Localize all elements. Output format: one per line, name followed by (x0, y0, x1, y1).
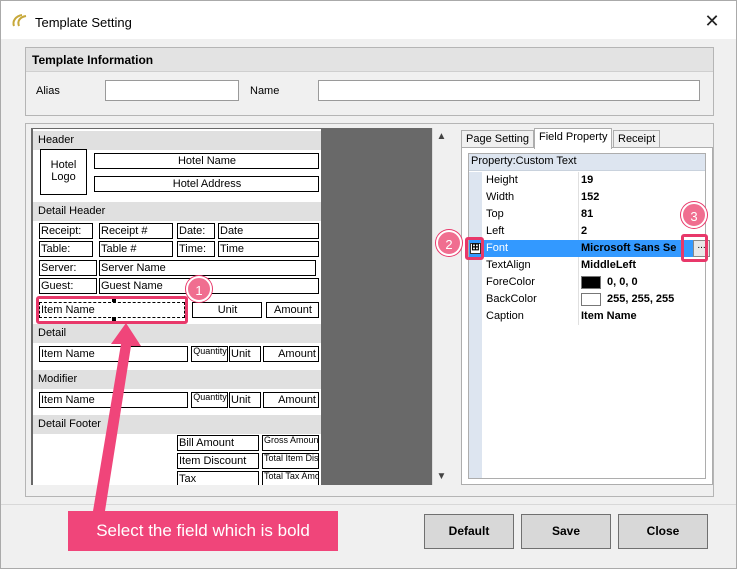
section-detail-header[interactable]: Detail Header (33, 202, 321, 221)
property-value[interactable]: 0, 0, 0 (607, 276, 638, 288)
guest-label-field[interactable]: Guest: (39, 278, 97, 294)
item-discount-field[interactable]: Item Discount (177, 453, 259, 469)
property-value[interactable]: 255, 255, 255 (607, 293, 674, 305)
section-detail-footer[interactable]: Detail Footer (33, 415, 321, 434)
close-icon[interactable]: ✕ (701, 12, 723, 32)
property-value[interactable]: 19 (581, 174, 593, 186)
bill-amount-field[interactable]: Bill Amount (177, 435, 259, 451)
receipt-value-field[interactable]: Receipt # (99, 223, 173, 239)
amount-header-field[interactable]: Amount (266, 302, 319, 318)
property-grid-header: Property:Custom Text (469, 154, 705, 171)
step-badge-2: 2 (436, 230, 462, 256)
property-value[interactable]: Item Name (581, 310, 637, 322)
property-name: Caption (486, 310, 524, 322)
property-row-forecolor[interactable]: ForeColor 0, 0, 0 (469, 274, 705, 291)
alias-label: Alias (36, 85, 60, 97)
hotel-logo-line1: Hotel (50, 159, 77, 171)
hotel-address-field[interactable]: Hotel Address (94, 176, 319, 192)
property-name: TextAlign (486, 259, 531, 271)
step-badge-3: 3 (681, 202, 707, 228)
time-value-field[interactable]: Time (218, 241, 319, 257)
detail-item-name-field[interactable]: Item Name (39, 346, 188, 362)
property-row-width[interactable]: Width 152 (469, 189, 705, 206)
property-value[interactable]: 81 (581, 208, 593, 220)
property-tabs: Page Setting Field Property Receipt (461, 128, 711, 149)
total-tax-amount-field[interactable]: Total Tax Amount (262, 471, 319, 485)
modifier-item-name-field[interactable]: Item Name (39, 392, 188, 408)
property-row-font[interactable]: ⊞ Font Microsoft Sans Se ... (469, 240, 710, 257)
highlight-selected-field (36, 296, 188, 324)
detail-amount-field[interactable]: Amount (263, 346, 319, 362)
save-button[interactable]: Save (521, 514, 611, 549)
name-label: Name (250, 85, 280, 97)
name-input[interactable] (318, 80, 700, 101)
section-modifier[interactable]: Modifier (33, 370, 321, 389)
server-value-field[interactable]: Server Name (99, 260, 316, 276)
tab-field-property[interactable]: Field Property (534, 128, 613, 149)
gross-amount-field[interactable]: Gross Amount (262, 435, 319, 451)
scroll-down-icon[interactable]: ▼ (433, 468, 450, 485)
time-label-field[interactable]: Time: (177, 241, 215, 257)
hotel-logo-line2: Logo (51, 171, 76, 183)
section-header[interactable]: Header (33, 131, 321, 150)
property-row-backcolor[interactable]: BackColor 255, 255, 255 (469, 291, 705, 308)
property-value[interactable]: 152 (581, 191, 599, 203)
section-detail[interactable]: Detail (33, 324, 321, 343)
property-row-textalign[interactable]: TextAlign MiddleLeft (469, 257, 705, 274)
step-badge-1: 1 (186, 276, 212, 302)
template-information-title: Template Information (32, 53, 154, 67)
title-bar: Template Setting ✕ (1, 1, 736, 39)
property-name: Font (486, 242, 509, 254)
alias-input[interactable] (105, 80, 239, 101)
modifier-quantity-field[interactable]: Quantity (191, 392, 228, 408)
modifier-unit-field[interactable]: Unit (229, 392, 261, 408)
property-name: Height (486, 174, 518, 186)
property-value[interactable]: 2 (581, 225, 587, 237)
template-setting-window: Template Setting ✕ Template Information … (0, 0, 737, 569)
date-label-field[interactable]: Date: (177, 223, 215, 239)
property-row-left[interactable]: Left 2 (469, 223, 705, 240)
instruction-callout: Select the field which is bold (68, 511, 338, 551)
field-property-panel: Property:Custom Text Height 19 Width 152… (461, 147, 713, 485)
backcolor-swatch (581, 293, 601, 306)
highlight-expand-font (465, 237, 484, 260)
tab-receipt[interactable]: Receipt (613, 130, 661, 148)
detail-unit-field[interactable]: Unit (229, 346, 261, 362)
template-information-header: Template Information (26, 48, 713, 72)
window-title: Template Setting (35, 15, 132, 30)
property-grid[interactable]: Property:Custom Text Height 19 Width 152… (468, 153, 710, 479)
tab-page-setting[interactable]: Page Setting (461, 130, 534, 148)
detail-quantity-field[interactable]: Quantity (191, 346, 228, 362)
property-row-caption[interactable]: Caption Item Name (469, 308, 705, 325)
property-value[interactable]: Microsoft Sans Se (581, 242, 676, 254)
property-name: Width (486, 191, 515, 203)
hotel-logo-field[interactable]: Hotel Logo (40, 149, 87, 195)
date-value-field[interactable]: Date (218, 223, 319, 239)
app-logo-icon (12, 14, 27, 27)
designer-scrollbar[interactable]: ▲ ▼ (432, 128, 450, 485)
property-value[interactable]: MiddleLeft (581, 259, 636, 271)
property-name: Left (486, 225, 505, 237)
default-button[interactable]: Default (424, 514, 514, 549)
property-name: BackColor (486, 293, 537, 305)
modifier-amount-field[interactable]: Amount (263, 392, 319, 408)
table-label-field[interactable]: Table: (39, 241, 93, 257)
unit-header-field[interactable]: Unit (192, 302, 262, 318)
server-label-field[interactable]: Server: (39, 260, 97, 276)
highlight-font-ellipsis (681, 234, 708, 262)
property-name: Top (486, 208, 504, 220)
forecolor-swatch (581, 276, 601, 289)
table-value-field[interactable]: Table # (99, 241, 173, 257)
tax-field[interactable]: Tax (177, 471, 259, 485)
scroll-up-icon[interactable]: ▲ (433, 128, 450, 145)
hotel-name-field[interactable]: Hotel Name (94, 153, 319, 169)
property-row-height[interactable]: Height 19 (469, 172, 705, 189)
receipt-label-field[interactable]: Receipt: (39, 223, 93, 239)
close-button[interactable]: Close (618, 514, 708, 549)
property-row-top[interactable]: Top 81 (469, 206, 705, 223)
total-item-discount-field[interactable]: Total Item Discount (262, 453, 319, 469)
property-name: ForeColor (486, 276, 535, 288)
